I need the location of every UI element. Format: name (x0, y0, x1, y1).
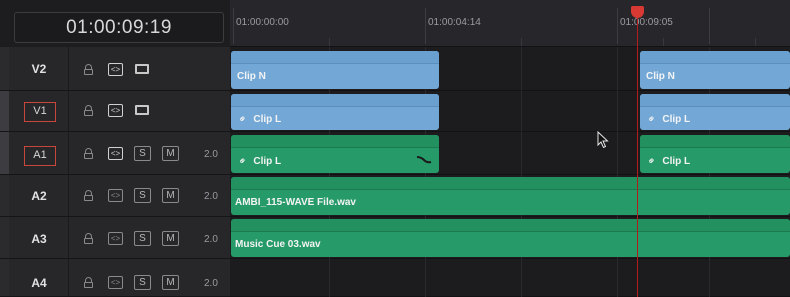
auto-select-icon[interactable]: <> (108, 232, 123, 245)
ruler-minor-tick (663, 38, 664, 46)
track-volume: 2.0 (204, 278, 218, 289)
clip-label-row: ⚭ Clip L (236, 154, 282, 169)
track-volume: 2.0 (204, 234, 218, 245)
ruler-minor-tick (521, 38, 522, 46)
solo-button[interactable]: S (134, 275, 151, 290)
clip-label: Clip N (646, 71, 675, 82)
track-color-strip (0, 132, 9, 174)
mute-button[interactable]: M (162, 231, 179, 246)
ruler-minor-tick (329, 38, 330, 46)
track-volume: 2.0 (204, 149, 218, 160)
track-header-v2[interactable]: V2 <> (0, 47, 230, 91)
ruler-tick (709, 8, 710, 44)
clip-a1-a[interactable]: ⚭ Clip L (231, 135, 439, 173)
lock-icon[interactable] (84, 190, 93, 201)
lock-icon[interactable] (84, 148, 93, 159)
auto-select-icon[interactable]: <> (108, 189, 123, 202)
fade-curve-icon[interactable] (416, 154, 432, 164)
ruler-minor-tick (755, 38, 756, 46)
track-color-strip (0, 175, 9, 216)
clip-header (231, 219, 790, 232)
clip-v1-b[interactable]: ⚭ Clip L (640, 94, 790, 130)
track-color-strip (0, 217, 9, 258)
clip-a3[interactable]: Music Cue 03.wav (231, 219, 790, 257)
mute-button[interactable]: M (162, 188, 179, 203)
track-header-a1[interactable]: A1 <> S M 2.0 (0, 132, 230, 175)
track-header-a4[interactable]: A4 <> S M 2.0 (0, 259, 230, 297)
track-header-a3[interactable]: A3 <> S M 2.0 (0, 217, 230, 259)
track-enable-icon[interactable] (135, 64, 149, 74)
clip-header (640, 51, 790, 64)
lock-icon[interactable] (84, 64, 93, 75)
solo-button[interactable]: S (134, 231, 151, 246)
clip-label: Clip N (237, 71, 266, 82)
clip-v2-b[interactable]: Clip N (640, 51, 790, 89)
track-name[interactable]: V2 (24, 60, 54, 78)
auto-select-icon[interactable]: <> (108, 276, 123, 289)
clip-v2-a[interactable]: Clip N (231, 51, 439, 89)
track-header-a2[interactable]: A2 <> S M 2.0 (0, 175, 230, 217)
lock-icon[interactable] (84, 277, 93, 288)
ruler-label-1: 01:00:04:14 (428, 17, 481, 28)
clip-header (640, 94, 790, 107)
mute-button[interactable]: M (162, 275, 179, 290)
track-name[interactable]: A3 (24, 230, 54, 248)
clip-label-row: ⚭ Clip L (236, 112, 282, 127)
link-icon: ⚭ (236, 112, 251, 127)
link-icon: ⚭ (645, 154, 660, 169)
timeline-ruler[interactable]: 01:00:00:00 01:00:04:14 01:00:09:05 (230, 0, 790, 47)
track-volume: 2.0 (204, 191, 218, 202)
track-enable-icon[interactable] (135, 105, 149, 115)
clip-header (231, 135, 439, 148)
clip-header (640, 135, 790, 148)
timecode-panel: 01:00:09:19 (0, 0, 230, 47)
track-color-strip (0, 47, 9, 90)
ruler-tick (425, 8, 426, 44)
track-name[interactable]: A1 (24, 146, 56, 166)
clip-label: Clip L (662, 114, 691, 125)
clip-header (231, 177, 790, 190)
grid-line (521, 47, 522, 297)
clip-a1-b[interactable]: ⚭ Clip L (640, 135, 790, 173)
clip-label: AMBI_115-WAVE File.wav (235, 197, 356, 208)
ruler-tick (617, 8, 618, 44)
clip-v1-a[interactable]: ⚭ Clip L (231, 94, 439, 130)
link-icon: ⚭ (645, 112, 660, 127)
timecode-display[interactable]: 01:00:09:19 (14, 12, 224, 43)
clip-label-row: ⚭ Clip L (645, 154, 691, 169)
clip-a2[interactable]: AMBI_115-WAVE File.wav (231, 177, 790, 215)
solo-button[interactable]: S (134, 146, 151, 161)
auto-select-icon[interactable]: <> (108, 63, 123, 76)
link-icon: ⚭ (236, 154, 251, 169)
clip-label: Clip L (662, 156, 691, 167)
ruler-label-0: 01:00:00:00 (236, 17, 289, 28)
mute-button[interactable]: M (162, 146, 179, 161)
auto-select-icon[interactable]: <> (108, 147, 123, 160)
clip-label: Clip L (253, 156, 282, 167)
track-header-v1[interactable]: V1 <> (0, 91, 230, 132)
lock-icon[interactable] (84, 105, 93, 116)
auto-select-icon[interactable]: <> (108, 104, 123, 117)
clip-label: Clip L (253, 114, 282, 125)
clip-header (231, 94, 439, 107)
clip-label-row: ⚭ Clip L (645, 112, 691, 127)
ruler-tick (233, 8, 234, 44)
track-name[interactable]: V1 (24, 102, 56, 122)
grid-line (617, 47, 618, 297)
track-name[interactable]: A2 (24, 187, 54, 205)
ruler-label-2: 01:00:09:05 (620, 17, 673, 28)
mouse-cursor-icon (597, 131, 609, 149)
track-color-strip (0, 259, 9, 296)
lock-icon[interactable] (84, 233, 93, 244)
clip-header (231, 51, 439, 64)
lane-a4[interactable] (230, 259, 790, 297)
solo-button[interactable]: S (134, 188, 151, 203)
track-color-strip (0, 91, 9, 131)
playhead-line[interactable] (637, 12, 638, 297)
track-name[interactable]: A4 (24, 274, 54, 292)
clip-label: Music Cue 03.wav (235, 239, 321, 250)
